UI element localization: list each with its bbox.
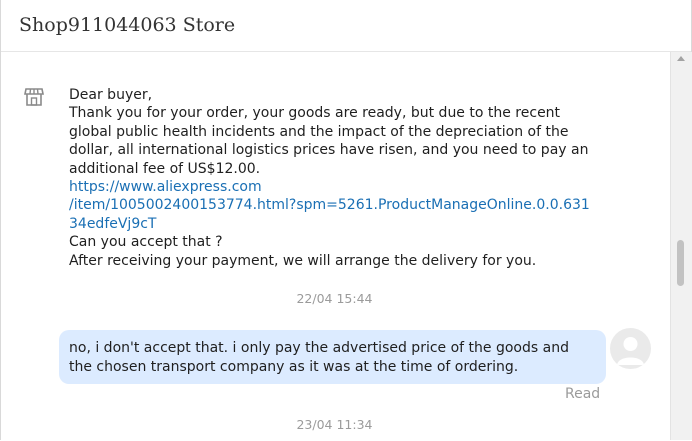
buyer-message-bubble: no, i don't accept that. i only pay the … [59,330,606,384]
message-line: the chosen transport company as it was a… [69,359,519,375]
user-avatar-icon [617,337,644,365]
timestamp: 22/04 15:44 [296,291,373,306]
product-link[interactable]: /item/1005002400153774.html?spm=5261.Pro… [69,196,599,214]
message-line: additional fee of US$12.00. [69,160,261,177]
product-link[interactable]: 34edfeVj9cT [69,215,599,233]
timestamp: 23/04 11:34 [296,417,373,432]
read-status: Read [565,386,601,402]
scrollbar[interactable] [670,52,692,440]
message-line: Can you accept that ? [69,234,223,251]
product-link[interactable]: https://www.aliexpress.com [69,178,599,196]
message-line: After receiving your payment, we will ar… [69,252,537,269]
scroll-up-arrow-icon[interactable] [677,56,685,61]
message-line: Dear buyer, [69,87,153,103]
message-line: dollar, all international logistics pric… [69,142,589,159]
store-icon [24,87,44,107]
message-line: Thank you for your order, your goods are… [69,105,561,122]
avatar [610,328,651,369]
scroll-thumb[interactable] [677,240,684,286]
store-name[interactable]: Shop911044063 Store [19,14,235,36]
message-line: no, i don't accept that. i only pay the … [69,340,569,356]
chat-header: Shop911044063 Store [1,0,691,52]
message-line: global public health incidents and the i… [69,123,569,140]
seller-message: Dear buyer, Thank you for your order, yo… [69,86,599,270]
